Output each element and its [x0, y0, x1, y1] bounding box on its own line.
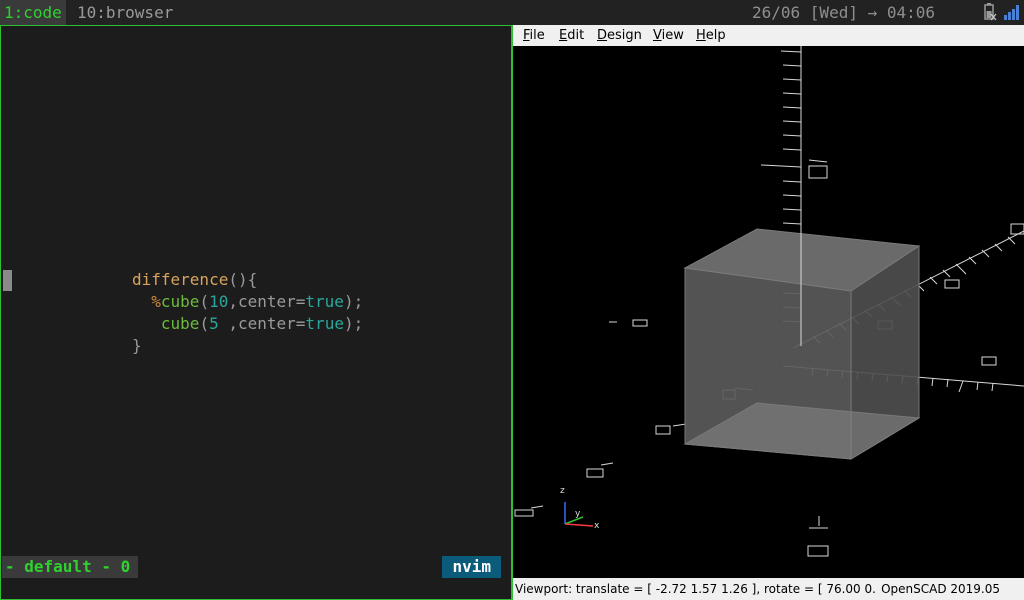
workspace-code[interactable]: 1:code	[0, 0, 66, 25]
code-token: );	[343, 314, 364, 333]
menu-edit[interactable]: Edit	[554, 25, 589, 46]
gizmo-y-label: y	[575, 509, 581, 519]
version-label: OpenSCAD 2019.05	[881, 582, 1000, 596]
code-line[interactable]: cube(5 ,center=true);	[132, 313, 363, 335]
code-token: );	[343, 292, 364, 311]
menu-edit-label: dit	[567, 28, 585, 43]
code-line[interactable]: %cube(10,center=true);	[132, 291, 363, 313]
viewport-canvas[interactable]: z y x	[513, 46, 1024, 576]
code-token: 5	[209, 314, 219, 333]
session-label: - default - 0	[2, 556, 139, 578]
text-cursor	[3, 270, 12, 291]
code-buffer[interactable]: difference(){ %cube(10,center=true); cub…	[132, 269, 363, 357]
tmux-status-bar: - default - 0 nvim	[1, 556, 509, 578]
code-token: 10	[209, 292, 229, 311]
code-token: cube	[160, 314, 200, 333]
editor-pane[interactable]: difference(){ %cube(10,center=true); cub…	[0, 25, 512, 600]
code-token: }	[132, 336, 142, 355]
top-bar: 1:code 10:browser 26/06 [Wed] → 04:06	[0, 0, 1024, 25]
code-token: (){	[228, 270, 258, 289]
ghost-cube	[683, 228, 921, 460]
mode-label: nvim	[442, 556, 501, 578]
workspace-browser[interactable]: 10:browser	[73, 0, 177, 25]
code-token: ,center=	[228, 292, 306, 311]
code-token: ,center=	[218, 314, 306, 333]
gizmo-x-label: x	[594, 521, 600, 531]
code-token: cube	[160, 292, 200, 311]
code-token: (	[199, 314, 210, 333]
menu-file[interactable]: File	[518, 25, 550, 46]
viewport-status-text: Viewport: translate = [ -2.72 1.57 1.26 …	[515, 582, 876, 596]
code-line[interactable]: }	[132, 335, 363, 357]
axis-gizmo: z y x	[560, 486, 600, 531]
openscad-status-bar: Viewport: translate = [ -2.72 1.57 1.26 …	[513, 578, 1024, 600]
menu-view-label: iew	[661, 28, 684, 43]
menu-design-label: esign	[607, 28, 642, 43]
menu-help-label: elp	[705, 28, 726, 43]
code-token: true	[305, 292, 344, 311]
menu-design-accel: D	[597, 28, 608, 43]
gizmo-z-label: z	[560, 486, 565, 496]
menu-design[interactable]: Design	[592, 25, 647, 46]
menu-bar: File Edit Design View Help	[513, 25, 1024, 46]
openscad-window[interactable]: File Edit Design View Help z y x Viewpor…	[512, 25, 1024, 600]
3d-viewport[interactable]: z y x	[513, 46, 1024, 576]
menu-file-label: ile	[529, 28, 545, 43]
menu-help[interactable]: Help	[691, 25, 731, 46]
code-token: (	[199, 292, 210, 311]
menu-help-accel: H	[696, 28, 706, 43]
menu-view-accel: V	[653, 28, 662, 43]
menu-view[interactable]: View	[648, 25, 689, 46]
clock: 26/06 [Wed] → 04:06	[752, 3, 936, 22]
code-token: true	[305, 314, 344, 333]
code-token: %	[151, 292, 161, 311]
code-token: difference	[132, 270, 229, 289]
menu-edit-accel: E	[559, 28, 568, 43]
code-line[interactable]: difference(){	[132, 269, 363, 291]
